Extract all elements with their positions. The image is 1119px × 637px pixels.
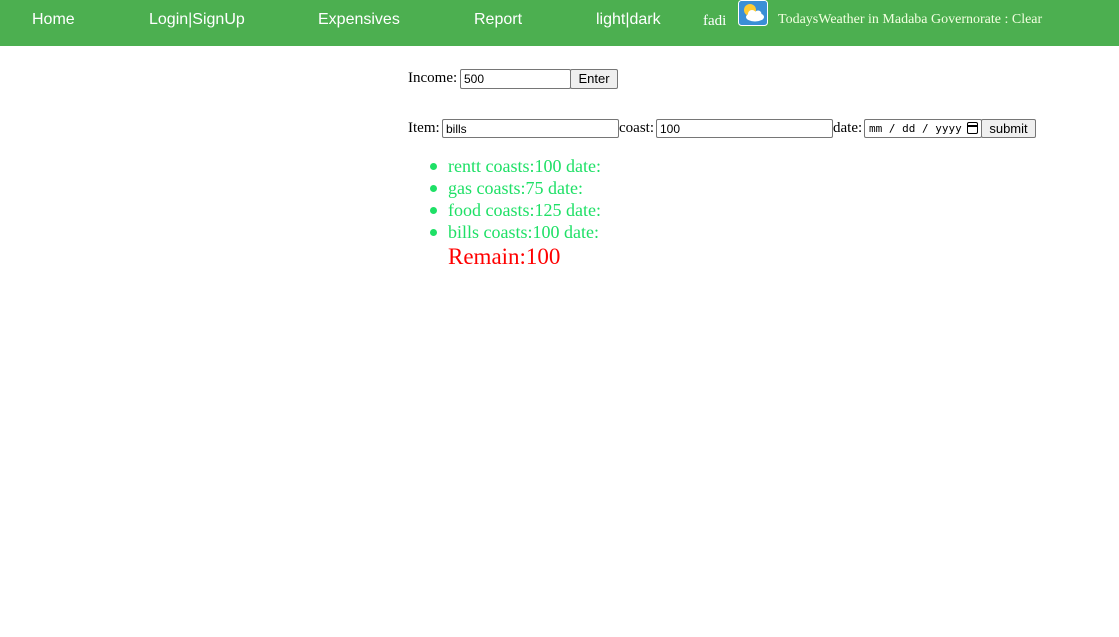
list-item-text: gas coasts:75 date:: [448, 178, 583, 198]
list-item: food coasts:125 date:: [408, 201, 601, 223]
date-label: date:: [833, 120, 863, 136]
nav-report-link[interactable]: Report: [474, 10, 522, 29]
income-enter-button[interactable]: Enter: [570, 69, 618, 89]
submit-button[interactable]: submit: [981, 119, 1036, 138]
list-item-text: food coasts:125 date:: [448, 200, 601, 220]
nav-login-signup-link[interactable]: Login|SignUp: [149, 10, 245, 29]
list-item-text: bills coasts:100 date:: [448, 222, 599, 242]
top-navbar: Home Login|SignUp Expensives Report ligh…: [0, 0, 1119, 46]
coast-label: coast:: [619, 120, 654, 136]
date-input[interactable]: mm / dd / yyyy: [864, 119, 982, 138]
item-input[interactable]: [442, 119, 619, 138]
list-item: bills coasts:100 date:: [408, 223, 601, 245]
nav-home-link[interactable]: Home: [32, 10, 75, 29]
bullet-icon: [430, 163, 437, 170]
income-input[interactable]: [460, 69, 571, 89]
bullet-icon: [430, 185, 437, 192]
remain-total: Remain:100: [448, 244, 561, 269]
list-item: rentt coasts:100 date:: [408, 157, 601, 179]
nav-expensives-link[interactable]: Expensives: [318, 10, 400, 29]
calendar-icon[interactable]: [967, 122, 978, 134]
partly-cloudy-icon: [738, 0, 768, 26]
expense-list: rentt coasts:100 date: gas coasts:75 dat…: [408, 157, 601, 245]
date-placeholder: mm / dd / yyyy: [869, 122, 962, 135]
bullet-icon: [430, 229, 437, 236]
list-item: gas coasts:75 date:: [408, 179, 601, 201]
theme-toggle-link[interactable]: light|dark: [596, 10, 661, 29]
item-label: Item:: [408, 120, 440, 136]
list-item-text: rentt coasts:100 date:: [448, 156, 601, 176]
weather-status-text: TodaysWeather in Madaba Governorate : Cl…: [778, 12, 1043, 27]
username-label: fadi: [703, 13, 727, 29]
coast-input[interactable]: [656, 119, 833, 138]
income-label: Income:: [408, 70, 458, 86]
bullet-icon: [430, 207, 437, 214]
